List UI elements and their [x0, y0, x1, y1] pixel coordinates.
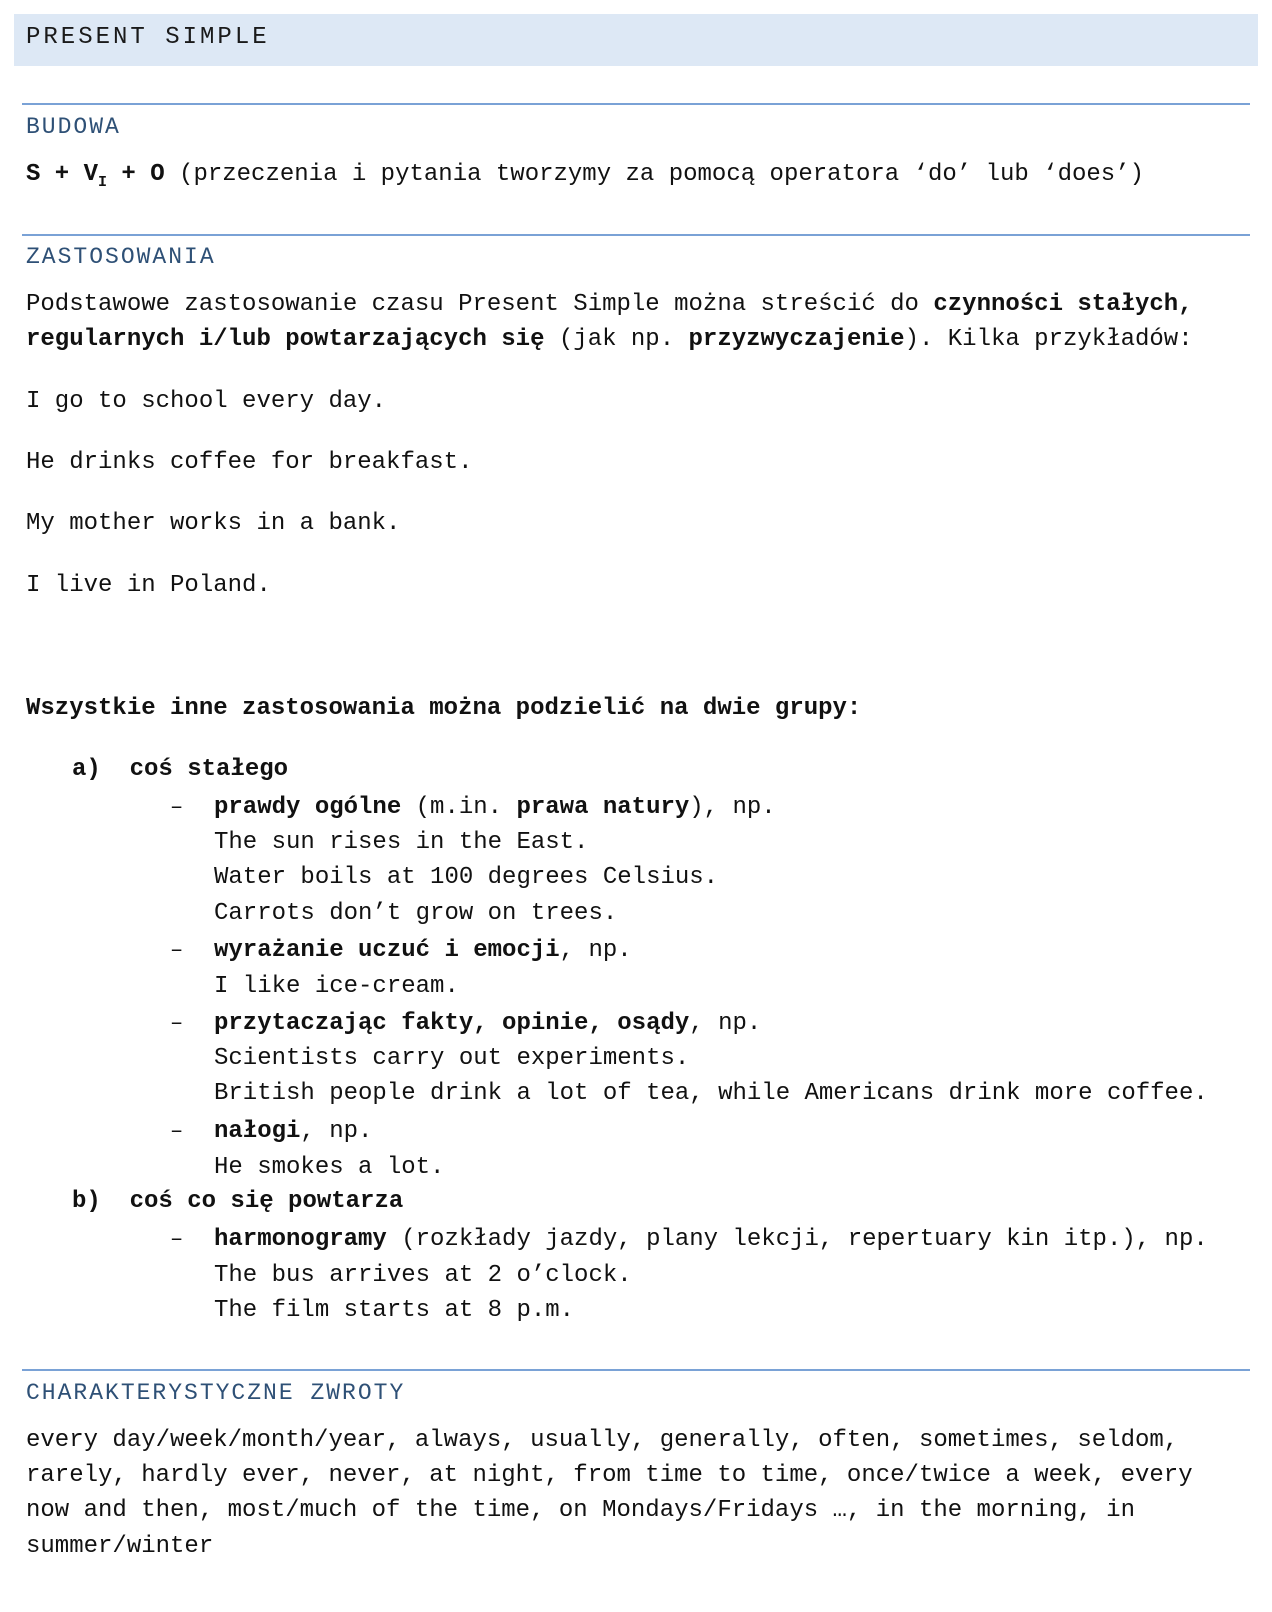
- list-item-example: Scientists carry out experiments.: [214, 1045, 690, 1072]
- list-item-example: British people drink a lot of tea, while…: [214, 1080, 1208, 1107]
- list-item-example: He smokes a lot.: [214, 1154, 445, 1181]
- example-sentence: I live in Poland.: [26, 572, 271, 599]
- list-item-example: The sun rises in the East.: [214, 829, 589, 856]
- list-item-title: prawdy ogólne (m.in. prawa natury), np.: [214, 793, 776, 823]
- list-item-title: nałogi, np.: [214, 1117, 372, 1147]
- list-item-example: I like ice-cream.: [214, 973, 459, 1000]
- intro-emphasis: regularnych i/lub powtarzających się: [26, 326, 545, 353]
- list-item-title: przytaczając fakty, opinie, osądy, np.: [214, 1009, 761, 1039]
- section-divider: [22, 103, 1250, 105]
- item-title-bold: prawa natury: [516, 794, 690, 821]
- item-title-text: , np.: [689, 1010, 762, 1037]
- groups-heading: Wszystkie inne zastosowania można podzie…: [26, 695, 862, 722]
- phrases-line: summer/winter: [26, 1533, 214, 1560]
- item-title-bold: przytaczając fakty, opinie, osądy: [214, 1010, 690, 1037]
- list-item-example: The film starts at 8 p.m.: [214, 1297, 575, 1324]
- intro-emphasis: przyzwyczajenie: [688, 326, 905, 353]
- formula-subscript: I: [98, 174, 108, 191]
- item-title-bold: prawdy ogólne: [214, 794, 402, 821]
- structure-formula: S + VI + O (przeczenia i pytania tworzym…: [26, 160, 1144, 198]
- section-divider: [22, 234, 1250, 236]
- item-title-text: (rozkłady jazdy, plany lekcji, repertuar…: [386, 1226, 1208, 1253]
- formula-subject-verb: S + V: [26, 161, 99, 188]
- list-dash: –: [170, 1227, 184, 1252]
- list-dash: –: [170, 795, 184, 820]
- list-dash: –: [170, 938, 184, 963]
- list-dash: –: [170, 1119, 184, 1144]
- list-dash: –: [170, 1011, 184, 1036]
- title-bar: PRESENT SIMPLE: [14, 14, 1258, 66]
- group-a-label: a) coś stałego: [72, 756, 289, 783]
- example-sentence: My mother works in a bank.: [26, 510, 401, 537]
- list-item-example: Water boils at 100 degrees Celsius.: [214, 864, 719, 891]
- item-title-bold: nałogi: [214, 1118, 301, 1145]
- intro-text: (jak np.: [544, 326, 689, 353]
- list-item-example: Carrots don’t grow on trees.: [214, 900, 618, 927]
- formula-note: (przeczenia i pytania tworzymy za pomocą…: [164, 161, 1144, 188]
- section-divider: [22, 1369, 1250, 1371]
- item-title-text: , np.: [300, 1118, 373, 1145]
- item-title-bold: wyrażanie uczuć i emocji: [214, 937, 560, 964]
- list-item-title: harmonogramy (rozkłady jazdy, plany lekc…: [214, 1225, 1208, 1255]
- example-sentence: He drinks coffee for breakfast.: [26, 449, 473, 476]
- item-title-text: ), np.: [689, 794, 776, 821]
- intro-text: ). Kilka przykładów:: [904, 326, 1193, 353]
- list-item-example: The bus arrives at 2 o’clock.: [214, 1262, 632, 1289]
- list-item-title: wyrażanie uczuć i emocji, np.: [214, 936, 632, 966]
- intro-paragraph-line: Podstawowe zastosowanie czasu Present Si…: [26, 290, 1193, 320]
- group-b-label: b) coś co się powtarza: [72, 1188, 404, 1215]
- section-heading-zastosowania: ZASTOSOWANIA: [26, 244, 216, 270]
- item-title-bold: harmonogramy: [214, 1226, 387, 1253]
- intro-text: Podstawowe zastosowanie czasu Present Si…: [26, 291, 934, 318]
- intro-paragraph-line: regularnych i/lub powtarzających się (ja…: [26, 325, 1193, 355]
- page-title: PRESENT SIMPLE: [26, 24, 270, 51]
- document-page: PRESENT SIMPLE BUDOWA S + VI + O (przecz…: [0, 0, 1272, 1612]
- section-heading-budowa: BUDOWA: [26, 114, 121, 140]
- example-sentence: I go to school every day.: [26, 388, 387, 415]
- phrases-line: every day/week/month/year, always, usual…: [26, 1427, 1179, 1454]
- item-title-text: , np.: [559, 937, 632, 964]
- section-heading-zwroty: CHARAKTERYSTYCZNE ZWROTY: [26, 1380, 406, 1406]
- phrases-line: rarely, hardly ever, never, at night, fr…: [26, 1462, 1193, 1489]
- item-title-text: (m.in.: [401, 794, 517, 821]
- intro-emphasis: czynności stałych,: [933, 291, 1193, 318]
- formula-object: + O: [107, 161, 165, 188]
- phrases-line: now and then, most/much of the time, on …: [26, 1497, 1135, 1524]
